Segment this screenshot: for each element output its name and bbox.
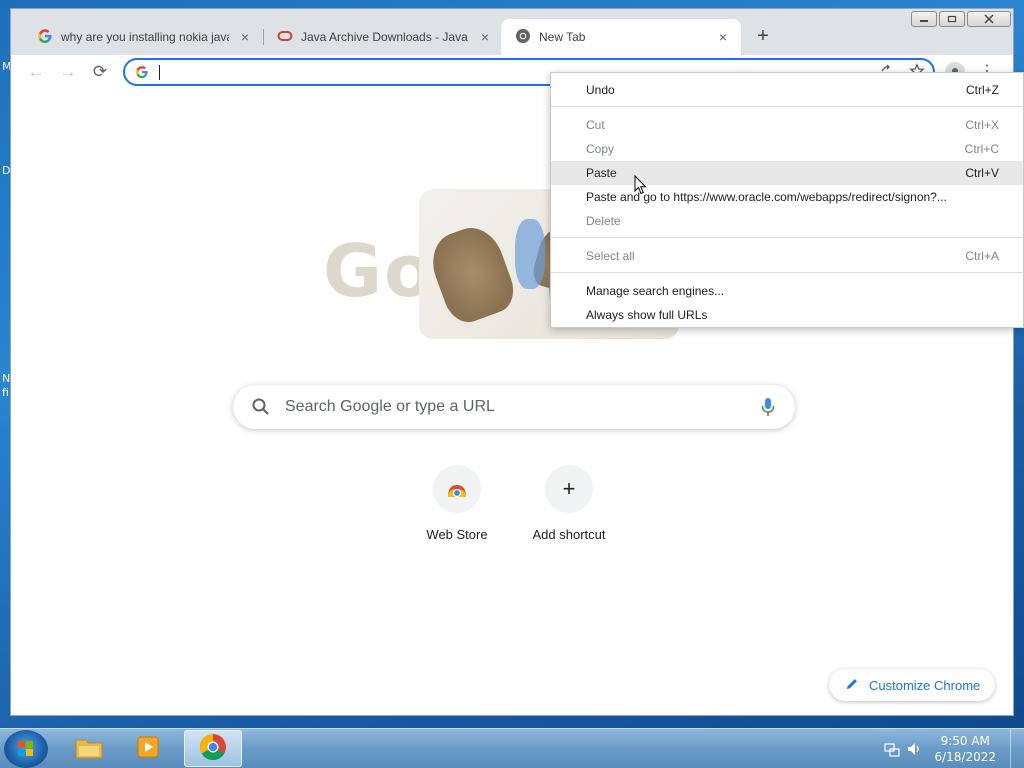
chrome-icon xyxy=(515,28,531,47)
tab-title: New Tab xyxy=(539,30,586,44)
customize-chrome-button[interactable]: Customize Chrome xyxy=(829,669,995,701)
menu-item-label: Paste xyxy=(586,166,617,180)
mouse-cursor-icon xyxy=(634,174,648,198)
tab-strip: why are you installing nokia java × Java… xyxy=(11,19,1013,55)
network-icon[interactable] xyxy=(884,741,900,760)
shortcut-web-store[interactable]: Web Store xyxy=(401,465,513,555)
menu-item-shortcut: Ctrl+Z xyxy=(966,83,999,97)
menu-item-label: Undo xyxy=(586,83,615,97)
menu-separator xyxy=(551,272,1023,273)
tab-title: why are you installing nokia java xyxy=(61,30,229,44)
menu-item-label: Select all xyxy=(586,249,635,263)
explorer-icon xyxy=(74,734,104,763)
system-tray: 9:50 AM 6/18/2022 xyxy=(874,729,1024,768)
menu-item-label: Copy xyxy=(586,142,615,156)
back-button[interactable]: ← xyxy=(23,59,49,85)
menu-item-paste-and-go[interactable]: Paste and go to https://www.oracle.com/w… xyxy=(551,185,1023,209)
chrome-icon xyxy=(199,733,227,764)
webstore-icon xyxy=(433,465,481,513)
tab-new-tab[interactable]: New Tab × xyxy=(501,19,741,55)
menu-item-paste[interactable]: Paste Ctrl+V xyxy=(551,161,1023,185)
desktop-icon-label[interactable]: N xyxy=(2,372,10,385)
menu-item-label: Cut xyxy=(586,118,605,132)
menu-item-copy[interactable]: Copy Ctrl+C xyxy=(551,137,1023,161)
taskbar-chrome[interactable] xyxy=(184,730,242,767)
menu-item-select-all[interactable]: Select all Ctrl+A xyxy=(551,244,1023,268)
tab-search-result[interactable]: why are you installing nokia java × xyxy=(23,19,263,55)
menu-item-manage-search-engines[interactable]: Manage search engines... xyxy=(551,279,1023,303)
context-menu: Undo Ctrl+Z Cut Ctrl+X Copy Ctrl+C Paste… xyxy=(550,72,1024,328)
volume-icon[interactable] xyxy=(906,741,922,760)
doodle-hand xyxy=(423,219,521,329)
menu-item-label: Always show full URLs xyxy=(586,308,708,322)
ntp-search-box[interactable]: Search Google or type a URL xyxy=(233,385,795,429)
shortcut-label: Web Store xyxy=(426,527,488,542)
tab-title: Java Archive Downloads - Java SE xyxy=(301,30,469,44)
forward-button[interactable]: → xyxy=(55,59,81,85)
new-tab-button[interactable]: + xyxy=(751,25,775,49)
media-player-icon xyxy=(135,733,163,764)
menu-item-show-full-urls[interactable]: Always show full URLs xyxy=(551,303,1023,327)
tab-close-icon[interactable]: × xyxy=(477,29,493,45)
menu-separator xyxy=(551,106,1023,107)
microphone-icon[interactable] xyxy=(759,396,777,421)
taskbar-explorer[interactable] xyxy=(60,730,118,767)
menu-item-label: Delete xyxy=(586,214,621,228)
tab-java-archive[interactable]: Java Archive Downloads - Java SE × xyxy=(263,19,503,55)
google-g-icon xyxy=(135,65,149,82)
reload-button[interactable]: ⟳ xyxy=(87,59,113,85)
search-icon xyxy=(251,397,271,420)
search-placeholder: Search Google or type a URL xyxy=(285,398,495,415)
show-desktop-button[interactable] xyxy=(1010,729,1024,768)
clock-date: 6/18/2022 xyxy=(934,750,996,764)
menu-item-shortcut: Ctrl+A xyxy=(965,249,999,263)
shortcut-label: Add shortcut xyxy=(532,527,606,542)
menu-item-undo[interactable]: Undo Ctrl+Z xyxy=(551,78,1023,102)
clock-time: 9:50 AM xyxy=(940,734,990,748)
menu-item-shortcut: Ctrl+X xyxy=(965,118,999,132)
shortcut-add[interactable]: + Add shortcut xyxy=(513,465,625,555)
oracle-icon xyxy=(277,28,293,47)
desktop-icon-label[interactable]: fi xyxy=(2,386,9,399)
taskbar: 9:50 AM 6/18/2022 xyxy=(0,728,1024,768)
clock[interactable]: 9:50 AM 6/18/2022 xyxy=(934,733,996,765)
menu-item-delete[interactable]: Delete xyxy=(551,209,1023,233)
pencil-icon xyxy=(845,677,859,694)
doodle-paint-mark xyxy=(515,219,545,289)
customize-label: Customize Chrome xyxy=(869,677,981,693)
menu-item-cut[interactable]: Cut Ctrl+X xyxy=(551,113,1023,137)
menu-item-shortcut: Ctrl+C xyxy=(964,142,999,156)
tab-close-icon[interactable]: × xyxy=(715,29,731,45)
tab-close-icon[interactable]: × xyxy=(237,29,253,45)
taskbar-media-player[interactable] xyxy=(120,730,178,767)
google-g-icon xyxy=(37,28,53,47)
add-shortcut-icon: + xyxy=(545,465,593,513)
text-caret xyxy=(159,65,160,80)
menu-separator xyxy=(551,237,1023,238)
start-button[interactable] xyxy=(4,730,48,768)
menu-item-label: Manage search engines... xyxy=(586,284,725,298)
menu-item-shortcut: Ctrl+V xyxy=(965,166,999,180)
